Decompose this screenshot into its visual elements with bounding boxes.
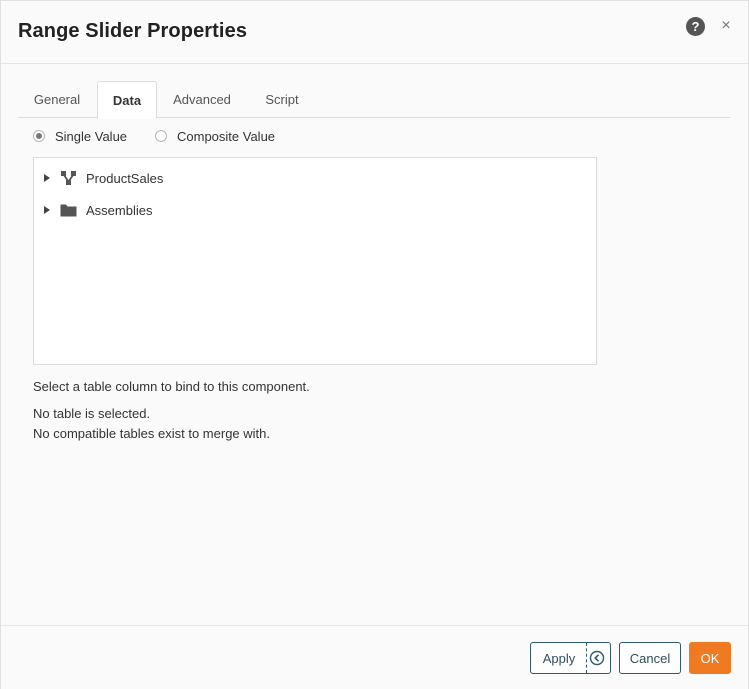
tree-item-label: Assemblies <box>86 203 153 218</box>
no-table-selected-text: No table is selected. <box>33 406 151 421</box>
single-value-radio-option[interactable]: Single Value <box>33 127 127 145</box>
data-source-tree: ProductSales Assemblies <box>33 157 597 365</box>
data-model-icon <box>61 171 76 185</box>
tab-data[interactable]: Data <box>97 81 157 119</box>
expand-caret-icon[interactable] <box>44 174 50 182</box>
dialog-header: Range Slider Properties ? × <box>1 1 748 64</box>
bind-instruction-text: Select a table column to bind to this co… <box>33 379 310 394</box>
composite-value-radio[interactable] <box>155 130 167 142</box>
composite-value-label: Composite Value <box>177 128 276 144</box>
no-merge-tables-text: No compatible tables exist to merge with… <box>33 426 270 441</box>
single-value-radio[interactable] <box>33 130 45 142</box>
expand-caret-icon[interactable] <box>44 206 50 214</box>
tree-item-label: ProductSales <box>86 171 164 186</box>
single-value-label: Single Value <box>55 128 128 144</box>
tree-item-assemblies[interactable]: Assemblies <box>34 199 596 221</box>
close-icon[interactable]: × <box>718 15 734 37</box>
tab-script[interactable]: Script <box>248 81 316 118</box>
apply-divider <box>586 643 587 673</box>
ok-button[interactable]: OK <box>689 642 731 674</box>
apply-button-group: Apply <box>530 642 611 674</box>
folder-icon <box>60 204 77 217</box>
dialog-title: Range Slider Properties <box>18 20 248 42</box>
tab-general[interactable]: General <box>18 81 96 118</box>
properties-dialog: Range Slider Properties ? × General Data… <box>0 0 749 689</box>
apply-options-icon[interactable] <box>589 650 605 666</box>
apply-button[interactable]: Apply <box>531 643 587 673</box>
tab-bar: General Data Advanced Script <box>18 81 731 119</box>
tree-item-productsales[interactable]: ProductSales <box>34 167 596 189</box>
tab-advanced[interactable]: Advanced <box>158 81 246 118</box>
cancel-button[interactable]: Cancel <box>619 642 681 674</box>
help-icon[interactable]: ? <box>686 17 705 36</box>
composite-value-radio-option[interactable]: Composite Value <box>155 127 275 145</box>
